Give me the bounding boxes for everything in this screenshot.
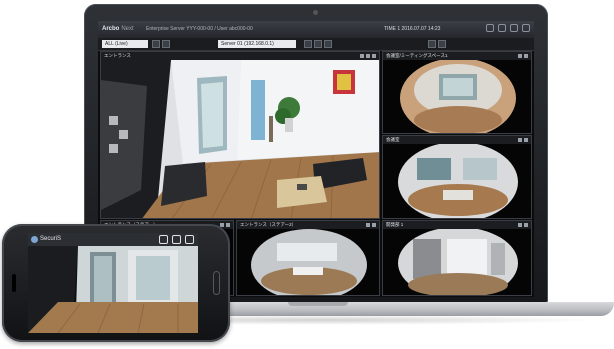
camera-tile-3[interactable]: 会議室	[382, 135, 532, 219]
settings-icon[interactable]	[486, 24, 494, 32]
prev-button[interactable]	[152, 40, 160, 48]
header-time: TIME 1 2016.07.07 14:23	[384, 26, 441, 32]
phone-toolbar-icons	[159, 235, 194, 244]
ptz-icon[interactable]	[159, 235, 168, 244]
app-logo: Arcbo Next	[102, 26, 134, 32]
laptop-notch	[288, 302, 348, 306]
header-info: Enterprise Server YYY-000-00 / User abc0…	[146, 26, 253, 32]
camera-feed-dev	[383, 229, 531, 295]
camera-tile-6[interactable]: 開発部 1	[382, 220, 532, 296]
smartphone: SecuriS	[2, 224, 230, 342]
close-icon[interactable]	[524, 138, 528, 142]
server-select[interactable]: Server 01 (192.168.0.1)	[218, 40, 296, 48]
camera-tile-2[interactable]: 会議室/ミーティングスペース1	[382, 51, 532, 134]
save-icon[interactable]	[185, 235, 194, 244]
close-icon[interactable]	[372, 223, 376, 227]
camera-tile-1[interactable]: エントランス	[100, 51, 380, 219]
webcam-dot	[313, 10, 318, 15]
camera-feed-lounge	[237, 229, 379, 295]
camera-label: エントランス	[104, 53, 131, 58]
layout-icon[interactable]	[510, 24, 518, 32]
camera-label: 開発部 1	[386, 222, 404, 227]
header-icons	[486, 24, 530, 32]
app-header: Arcbo Next Enterprise Server YYY-000-00 /…	[98, 21, 534, 38]
phone-speaker	[12, 274, 16, 292]
logout-icon[interactable]	[522, 24, 530, 32]
camera-tile-1-bar: エントランス	[101, 52, 379, 60]
close-icon[interactable]	[372, 54, 376, 58]
grid-9-button[interactable]	[324, 40, 332, 48]
camera-feed-meeting	[383, 60, 531, 133]
close-icon[interactable]	[524, 223, 528, 227]
camera-tile-5[interactable]: エントランス（ステアー2）	[236, 220, 380, 296]
phone-camera-feed	[28, 246, 198, 333]
view-select[interactable]: ALL (Live)	[102, 40, 148, 48]
camera-feed-conference	[383, 144, 531, 218]
camera-label: 会議室	[386, 137, 400, 142]
camera-switch-icon[interactable]	[172, 235, 181, 244]
phone-home-button[interactable]	[213, 271, 220, 295]
camera-label: エントランス（ステアー2）	[240, 222, 297, 227]
expand-icon[interactable]	[366, 54, 370, 58]
phone-screen: SecuriS	[28, 233, 198, 333]
zoom-icon[interactable]	[518, 138, 522, 142]
grid-1-button[interactable]	[304, 40, 312, 48]
camera-label: 会議室/ミーティングスペース1	[386, 53, 448, 58]
zoom-icon[interactable]	[360, 54, 364, 58]
zoom-icon[interactable]	[518, 223, 522, 227]
app-icon	[31, 236, 38, 243]
close-icon[interactable]	[226, 223, 230, 227]
phone-app-title: SecuriS	[40, 236, 62, 242]
record-button[interactable]	[438, 40, 446, 48]
camera-feed-entrance	[101, 60, 379, 218]
playback-icon[interactable]	[498, 24, 506, 32]
grid-4-button[interactable]	[314, 40, 322, 48]
phone-app-bar: SecuriS	[28, 233, 198, 246]
zoom-icon[interactable]	[518, 54, 522, 58]
close-icon[interactable]	[524, 54, 528, 58]
app-toolbar: ALL (Live) Server 01 (192.168.0.1)	[98, 38, 534, 51]
next-button[interactable]	[162, 40, 170, 48]
zoom-icon[interactable]	[366, 223, 370, 227]
snapshot-button[interactable]	[428, 40, 436, 48]
